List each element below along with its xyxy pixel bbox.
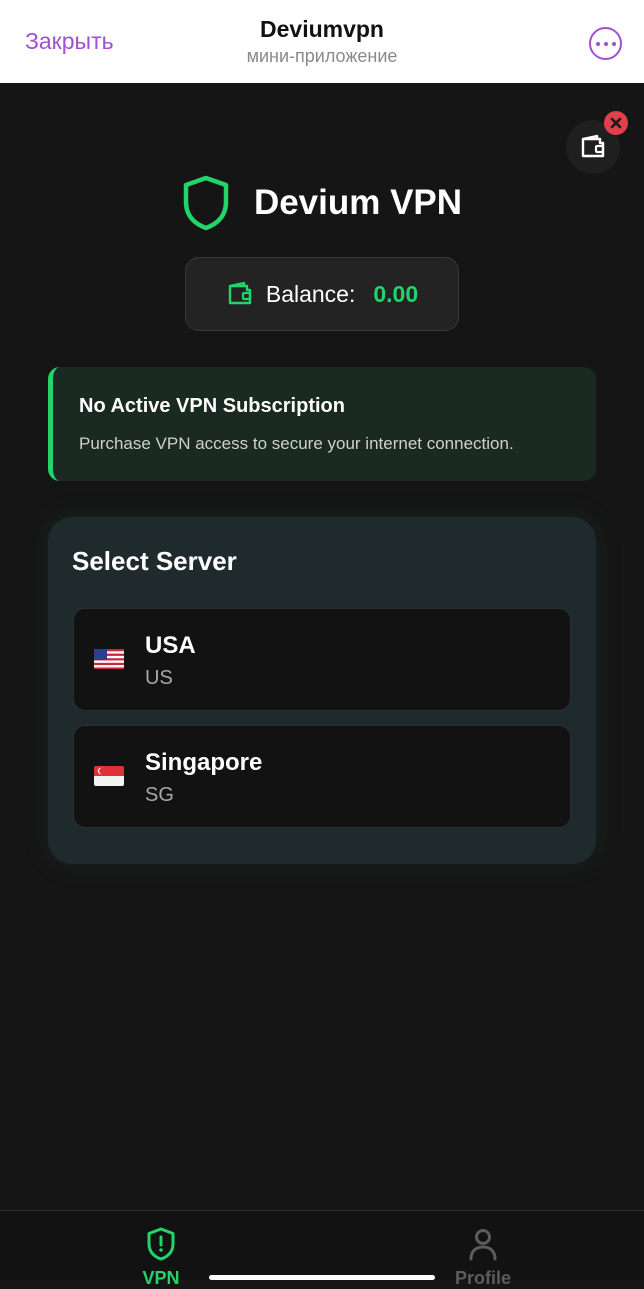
bottom-navigation: VPN Profile <box>0 1210 644 1288</box>
server-select-title: Select Server <box>72 546 237 576</box>
server-item-singapore[interactable]: Singapore SG <box>73 725 571 828</box>
nav-label-profile: Profile <box>454 1268 511 1288</box>
server-name: Singapore <box>145 749 263 776</box>
wallet-icon <box>581 134 605 158</box>
balance-value: 0.00 <box>373 280 419 307</box>
balance-label: Balance: <box>265 280 356 307</box>
app-title: Deviumvpn <box>260 16 384 42</box>
brand-header: Devium VPN <box>0 175 644 231</box>
app-subtitle: мини-приложение <box>246 46 398 66</box>
server-code: SG <box>145 784 174 806</box>
server-select-card: Select Server USA US Singapore SG <box>48 517 596 864</box>
brand-name: Devium VPN <box>253 183 463 222</box>
close-icon <box>610 117 622 129</box>
us-flag-icon <box>94 649 124 669</box>
dot <box>595 41 600 46</box>
sg-flag-icon <box>94 766 124 786</box>
server-code: US <box>145 667 173 689</box>
server-name: USA <box>145 632 196 659</box>
wallet-icon <box>228 281 252 305</box>
header-title-block: Deviumvpn мини-приложение <box>0 14 644 68</box>
mini-app-header: Закрыть Deviumvpn мини-приложение <box>0 0 644 83</box>
user-icon <box>469 1229 497 1261</box>
nav-label-vpn: VPN <box>142 1268 180 1288</box>
server-item-usa[interactable]: USA US <box>73 608 571 711</box>
subscription-notice: No Active VPN Subscription Purchase VPN … <box>48 367 596 481</box>
shield-icon <box>183 175 229 231</box>
dot <box>611 41 616 46</box>
dot <box>603 41 608 46</box>
balance-display: Balance: 0.00 <box>185 257 459 331</box>
wallet-close-badge-icon[interactable] <box>604 111 628 135</box>
home-indicator <box>209 1275 435 1280</box>
more-options-icon[interactable] <box>589 27 622 60</box>
shield-alert-icon <box>147 1227 175 1261</box>
notice-text: Purchase VPN access to secure your inter… <box>79 434 514 453</box>
notice-title: No Active VPN Subscription <box>79 395 345 417</box>
